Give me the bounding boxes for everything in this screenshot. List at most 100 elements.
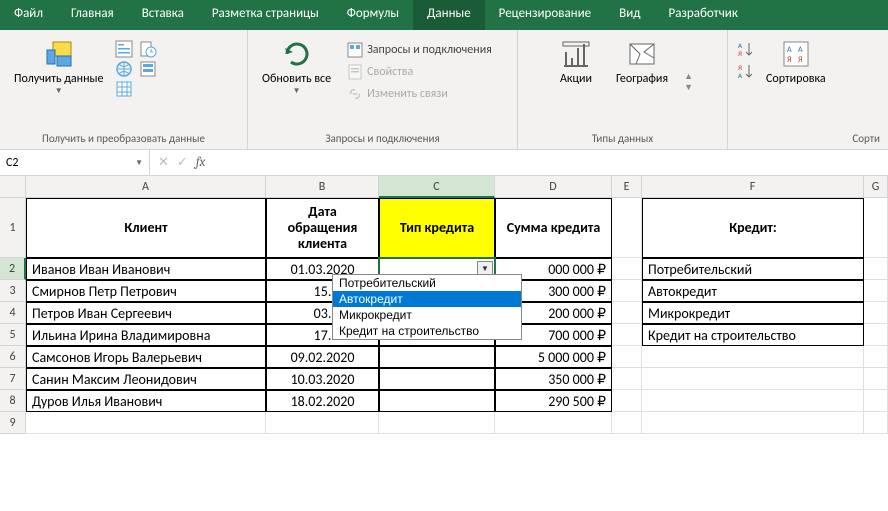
cell-G8[interactable] xyxy=(864,390,888,412)
nav-up-icon[interactable]: ▲ xyxy=(684,71,693,82)
cell-E6[interactable] xyxy=(612,346,642,368)
cell-A8[interactable]: Дуров Илья Иванович xyxy=(26,390,266,412)
dropdown-option[interactable]: Автокредит xyxy=(333,291,521,307)
cell-G2[interactable] xyxy=(864,258,888,280)
from-web-icon[interactable] xyxy=(115,60,133,78)
menu-tab-3[interactable]: Разметка страницы xyxy=(198,0,333,30)
col-header-B[interactable]: B xyxy=(266,176,379,198)
cell-C1[interactable]: Тип кредита xyxy=(379,198,495,258)
cancel-icon[interactable]: ✕ xyxy=(158,155,169,170)
cell-D9[interactable] xyxy=(495,412,612,434)
col-header-A[interactable]: A xyxy=(26,176,266,198)
enter-icon[interactable]: ✓ xyxy=(177,155,188,170)
row-header-4[interactable]: 4 xyxy=(0,302,26,324)
cell-B1[interactable]: Дата обращения клиента xyxy=(266,198,379,258)
menu-tab-5[interactable]: Данные xyxy=(413,0,485,30)
cell-A1[interactable]: Клиент xyxy=(26,198,266,258)
cell-G6[interactable] xyxy=(864,346,888,368)
cell-E2[interactable] xyxy=(612,258,642,280)
col-header-G[interactable]: G xyxy=(864,176,888,198)
cell-E4[interactable] xyxy=(612,302,642,324)
menu-tab-8[interactable]: Разработчик xyxy=(654,0,751,30)
name-box[interactable]: C2 ▼ xyxy=(0,150,150,175)
cell-D8[interactable]: 290 500 ₽ xyxy=(495,390,612,412)
cell-A2[interactable]: Иванов Иван Иванович xyxy=(26,258,266,280)
cell-F2[interactable]: Потребительский xyxy=(642,258,864,280)
queries-conn-button[interactable]: Запросы и подключения xyxy=(343,40,496,60)
menu-tab-2[interactable]: Вставка xyxy=(128,0,198,30)
cell-E5[interactable] xyxy=(612,324,642,346)
cell-E8[interactable] xyxy=(612,390,642,412)
col-header-E[interactable]: E xyxy=(612,176,642,198)
select-all-corner[interactable] xyxy=(0,176,26,198)
geography-button[interactable]: География xyxy=(610,34,674,90)
cell-E9[interactable] xyxy=(612,412,642,434)
row-header-7[interactable]: 7 xyxy=(0,368,26,390)
sort-button[interactable]: АЯАЯ Сортировка xyxy=(760,34,832,90)
cell-G1[interactable] xyxy=(864,198,888,258)
row-header-9[interactable]: 9 xyxy=(0,412,26,434)
cell-C9[interactable] xyxy=(379,412,495,434)
cell-G4[interactable] xyxy=(864,302,888,324)
row-header-2[interactable]: 2 xyxy=(0,258,26,280)
row-header-5[interactable]: 5 xyxy=(0,324,26,346)
menu-tab-0[interactable]: Файл xyxy=(0,0,57,30)
dropdown-option[interactable]: Микрокредит xyxy=(333,307,521,323)
cell-F4[interactable]: Микрокредит xyxy=(642,302,864,324)
cell-G5[interactable] xyxy=(864,324,888,346)
cell-B7[interactable]: 10.03.2020 xyxy=(266,368,379,390)
cell-E3[interactable] xyxy=(612,280,642,302)
cell-A3[interactable]: Смирнов Петр Петрович xyxy=(26,280,266,302)
cell-F6[interactable] xyxy=(642,346,864,368)
from-table-icon[interactable] xyxy=(115,80,133,98)
cell-F7[interactable] xyxy=(642,368,864,390)
cell-A9[interactable] xyxy=(26,412,266,434)
row-header-8[interactable]: 8 xyxy=(0,390,26,412)
recent-icon[interactable] xyxy=(139,40,157,58)
col-header-C[interactable]: C xyxy=(379,176,495,198)
cell-D6[interactable]: 5 000 000 ₽ xyxy=(495,346,612,368)
dropdown-option[interactable]: Кредит на строительство xyxy=(333,323,521,339)
row-header-1[interactable]: 1 xyxy=(0,198,26,258)
cell-F1[interactable]: Кредит: xyxy=(642,198,864,258)
refresh-all-button[interactable]: Обновить все ▼ xyxy=(256,34,337,100)
nav-down-icon[interactable]: ▼ xyxy=(684,82,693,93)
sort-az-icon[interactable]: АЯ xyxy=(736,40,754,58)
cell-F3[interactable]: Автокредит xyxy=(642,280,864,302)
row-header-3[interactable]: 3 xyxy=(0,280,26,302)
cell-B6[interactable]: 09.02.2020 xyxy=(266,346,379,368)
cell-D7[interactable]: 350 000 ₽ xyxy=(495,368,612,390)
menu-tab-6[interactable]: Рецензирование xyxy=(485,0,605,30)
cell-A6[interactable]: Самсонов Игорь Валерьевич xyxy=(26,346,266,368)
col-header-F[interactable]: F xyxy=(642,176,864,198)
menu-tab-4[interactable]: Формулы xyxy=(333,0,413,30)
dropdown-option[interactable]: Потребительский xyxy=(333,275,521,291)
cell-F8[interactable] xyxy=(642,390,864,412)
cell-C8[interactable] xyxy=(379,390,495,412)
fx-icon[interactable]: fx xyxy=(196,155,206,170)
from-text-icon[interactable] xyxy=(115,40,133,58)
menu-tab-1[interactable]: Главная xyxy=(57,0,128,30)
cell-E7[interactable] xyxy=(612,368,642,390)
cell-A7[interactable]: Санин Максим Леонидович xyxy=(26,368,266,390)
existing-conn-icon[interactable] xyxy=(139,60,157,78)
stocks-button[interactable]: Акции xyxy=(548,34,604,90)
cell-G3[interactable] xyxy=(864,280,888,302)
get-data-button[interactable]: Получить данные ▼ xyxy=(8,34,109,100)
formula-input[interactable] xyxy=(213,150,888,175)
sort-za-icon[interactable]: ЯА xyxy=(736,62,754,80)
cell-A5[interactable]: Ильина Ирина Владимировна xyxy=(26,324,266,346)
cell-A4[interactable]: Петров Иван Сергеевич xyxy=(26,302,266,324)
cell-F5[interactable]: Кредит на строительство xyxy=(642,324,864,346)
validation-dropdown[interactable]: ПотребительскийАвтокредитМикрокредитКред… xyxy=(332,274,522,340)
cell-G7[interactable] xyxy=(864,368,888,390)
cell-F9[interactable] xyxy=(642,412,864,434)
cell-E1[interactable] xyxy=(612,198,642,258)
menu-tab-7[interactable]: Вид xyxy=(605,0,654,30)
cell-G9[interactable] xyxy=(864,412,888,434)
col-header-D[interactable]: D xyxy=(495,176,612,198)
cell-C6[interactable] xyxy=(379,346,495,368)
cell-D1[interactable]: Сумма кредита xyxy=(495,198,612,258)
spreadsheet[interactable]: ABCDEFG 1КлиентДата обращения клиентаТип… xyxy=(0,176,888,434)
row-header-6[interactable]: 6 xyxy=(0,346,26,368)
